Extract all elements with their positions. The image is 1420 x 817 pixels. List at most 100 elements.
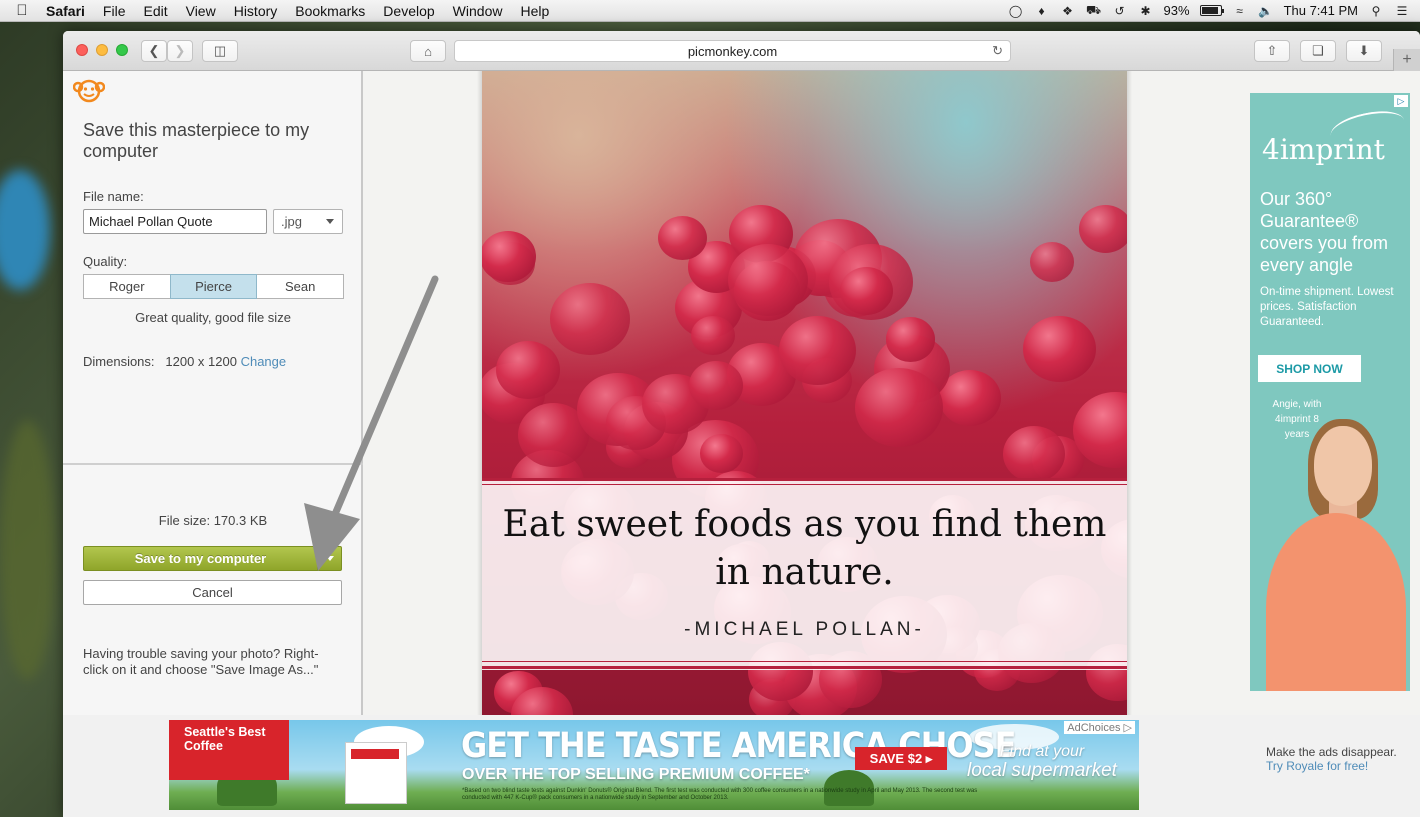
file-name-label: File name: — [83, 189, 144, 204]
browser-toolbar: ❮ ❯ ◫ ⌂ picmonkey.com ↻ ⇧ ❏ ⬇ + — [63, 31, 1420, 71]
menu-develop[interactable]: Develop — [374, 3, 443, 19]
home-icon: ⌂ — [424, 43, 432, 59]
quality-option-pierce[interactable]: Pierce — [169, 274, 258, 299]
find-line-2: local supermarket — [967, 760, 1117, 781]
help-text: Having trouble saving your photo? Right-… — [83, 646, 319, 677]
menu-edit[interactable]: Edit — [134, 3, 176, 19]
chevron-right-icon: ❯ — [174, 43, 186, 58]
find-line-1: Find at your — [999, 743, 1085, 760]
quote-band-top-thin-line — [482, 484, 1127, 485]
menu-bookmarks[interactable]: Bookmarks — [286, 3, 374, 19]
menu-help[interactable]: Help — [511, 3, 558, 19]
dimensions-label: Dimensions: — [83, 354, 155, 369]
shop-now-button[interactable]: SHOP NOW — [1258, 355, 1361, 382]
close-window-icon[interactable] — [76, 44, 88, 56]
raspberry — [700, 434, 743, 473]
evernote-icon[interactable]: ♦ — [1034, 4, 1050, 18]
person-photo-body — [1266, 513, 1406, 691]
ring-status-icon[interactable]: ◯ — [1008, 4, 1024, 18]
web-page: Save this masterpiece to my computer Fil… — [63, 71, 1420, 817]
banner-subline: OVER THE TOP SELLING PREMIUM COFFEE* — [462, 766, 810, 783]
save-offer-button[interactable]: SAVE $2 ▸ — [855, 747, 947, 770]
side-ad-4imprint[interactable]: ▷ 4imprint Our 360° Guarantee® covers yo… — [1250, 93, 1410, 691]
ad-brand-logo: Seattle's Best Coffee — [169, 720, 289, 780]
raspberry — [689, 361, 744, 410]
canvas-left-shadow — [477, 71, 482, 715]
sidebar-toggle-button[interactable]: ◫ — [202, 40, 238, 62]
sidebar-icon: ◫ — [213, 43, 227, 58]
spotlight-search-icon[interactable]: ⚲ — [1368, 4, 1384, 18]
volume-icon[interactable]: 🔈 — [1258, 4, 1274, 18]
new-tab-button[interactable]: + — [1393, 49, 1420, 71]
desktop-blue-flower — [0, 170, 50, 290]
downloads-button[interactable]: ⬇ — [1346, 40, 1382, 62]
download-icon: ⬇ — [1358, 43, 1370, 58]
banner-ad-seattles-best[interactable]: Seattle's Best Coffee GET THE TASTE AMER… — [169, 720, 1139, 810]
menu-window[interactable]: Window — [444, 3, 512, 19]
notification-center-icon[interactable]: ☰ — [1394, 4, 1410, 18]
forward-button[interactable]: ❯ — [167, 40, 193, 62]
raspberry — [1022, 315, 1096, 382]
raspberry — [1078, 204, 1127, 253]
clock[interactable]: Thu 7:41 PM — [1284, 3, 1358, 18]
adchoices-link[interactable]: AdChoices ▷ — [1064, 721, 1135, 734]
tabs-icon: ❏ — [1312, 43, 1324, 58]
chevron-left-icon: ❮ — [148, 43, 160, 58]
dimensions-row: Dimensions: 1200 x 1200 Change — [83, 354, 286, 369]
minimize-window-icon[interactable] — [96, 44, 108, 56]
file-extension-value: .jpg — [281, 214, 302, 229]
battery-icon[interactable] — [1199, 5, 1224, 16]
person-photo-head — [1314, 426, 1372, 506]
dropbox-icon[interactable]: ❖ — [1060, 4, 1076, 18]
adchoices-icon[interactable]: ▷ — [1394, 95, 1408, 107]
zoom-window-icon[interactable] — [116, 44, 128, 56]
battery-percent: 93% — [1163, 3, 1190, 18]
ad-brand: 4imprint — [1262, 133, 1385, 166]
plus-icon: + — [1402, 51, 1412, 68]
raspberry — [550, 283, 630, 355]
safari-window: ❮ ❯ ◫ ⌂ picmonkey.com ↻ ⇧ ❏ ⬇ + Save thi… — [63, 31, 1420, 817]
back-button[interactable]: ❮ — [141, 40, 167, 62]
time-machine-icon[interactable]: ↺ — [1112, 4, 1128, 18]
coffee-product-box — [345, 742, 407, 804]
quote-band-top-line — [482, 478, 1127, 481]
wifi-icon[interactable]: ≈ — [1232, 4, 1248, 18]
tabs-overview-button[interactable]: ❏ — [1300, 40, 1336, 62]
raspberry — [1002, 426, 1065, 483]
truck-icon[interactable]: ⛟ — [1086, 3, 1102, 18]
menu-bar:  Safari File Edit View History Bookmark… — [0, 0, 1420, 22]
apple-menu-icon[interactable]:  — [0, 2, 44, 19]
try-royale-link[interactable]: Try Royale for free! — [1266, 759, 1416, 773]
save-offer-label: SAVE $2 — [869, 751, 923, 766]
menu-history[interactable]: History — [225, 3, 287, 19]
raspberry — [886, 317, 936, 362]
raspberry — [854, 367, 943, 448]
menu-app-safari[interactable]: Safari — [44, 3, 94, 19]
dimensions-value: 1200 x 1200 — [165, 354, 237, 369]
quote-band-bottom-line — [482, 666, 1127, 669]
photo-canvas[interactable]: Eat sweet foods as you find them in natu… — [482, 71, 1127, 715]
menu-file[interactable]: File — [94, 3, 135, 19]
quality-label: Quality: — [83, 254, 128, 269]
find-at-supermarket: Find at your local supermarket — [957, 742, 1127, 780]
desktop-foliage — [0, 420, 55, 680]
picmonkey-logo-icon[interactable] — [73, 77, 105, 103]
file-name-input[interactable] — [83, 209, 267, 234]
raspberry — [779, 315, 856, 385]
status-area: ◯ ♦ ❖ ⛟ ↺ ✱ 93% ≈ 🔈 Thu 7:41 PM ⚲ ☰ — [1008, 3, 1420, 19]
share-icon: ⇧ — [1266, 43, 1278, 58]
share-button[interactable]: ⇧ — [1254, 40, 1290, 62]
bluetooth-icon[interactable]: ✱ — [1138, 4, 1154, 18]
url-text: picmonkey.com — [687, 43, 778, 59]
banner-fine-print: *Based on two blind taste tests against … — [462, 788, 978, 801]
raspberry — [1030, 242, 1075, 282]
ad-headline: Our 360° Guarantee® covers you from ever… — [1260, 189, 1389, 275]
change-dimensions-link[interactable]: Change — [241, 354, 287, 369]
address-bar[interactable]: picmonkey.com ↻ — [454, 40, 1011, 62]
file-extension-select[interactable]: .jpg — [273, 209, 343, 234]
reload-icon[interactable]: ↻ — [992, 43, 1003, 59]
home-button[interactable]: ⌂ — [410, 40, 446, 62]
menu-view[interactable]: View — [177, 3, 225, 19]
quality-option-roger[interactable]: Roger — [83, 274, 171, 299]
raspberry — [691, 316, 735, 356]
